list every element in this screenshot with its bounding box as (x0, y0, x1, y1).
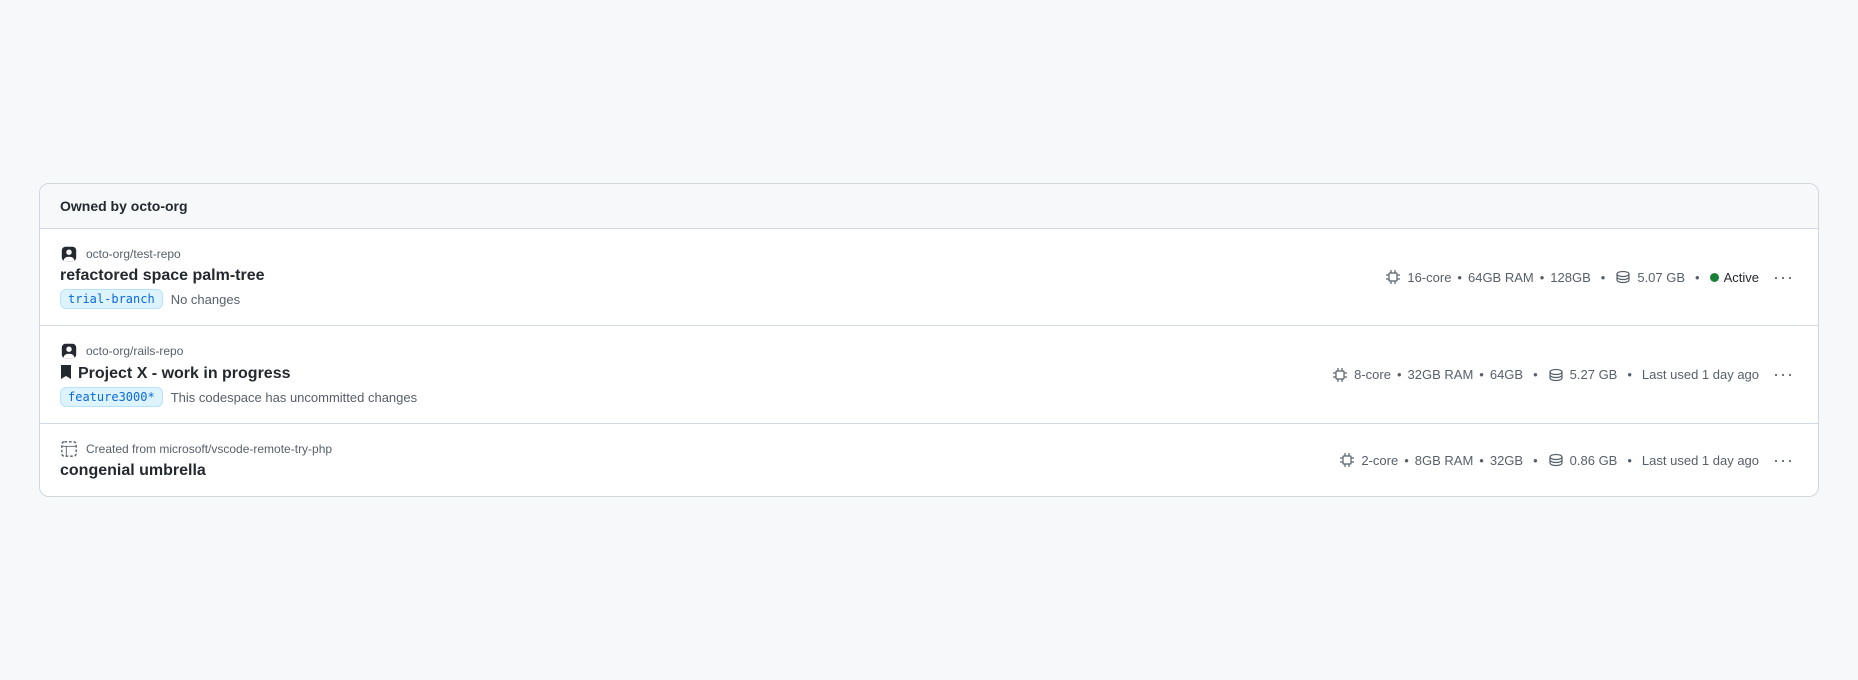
codespace-item: Created from microsoft/vscode-remote-try… (40, 424, 1818, 496)
repo-owner-text: octo-org/rails-repo (86, 344, 183, 358)
dot-separator: • (1457, 270, 1462, 285)
repo-owner-text: octo-org/test-repo (86, 247, 181, 261)
storage-icon (1548, 367, 1564, 383)
specs-group: 16-core • 64GB RAM • 128GB (1385, 269, 1590, 285)
repo-line-0: octo-org/test-repo (60, 245, 265, 263)
cpu-icon (1385, 269, 1401, 285)
repo-icon (60, 245, 78, 263)
dot-separator: • (1695, 270, 1700, 285)
codespace-name: congenial umbrella (60, 462, 206, 480)
ram-spec: 32GB RAM (1408, 367, 1474, 382)
repo-line-2: Created from microsoft/vscode-remote-try… (60, 440, 332, 458)
cpu-spec: 16-core (1407, 270, 1451, 285)
branch-line-0: trial-branch No changes (60, 289, 265, 309)
branch-status-text: This codespace has uncommitted changes (171, 390, 417, 405)
item-right-0: 16-core • 64GB RAM • 128GB • 5.07 GB • A… (1385, 265, 1798, 290)
codespace-item: octo-org/test-repo refactored space palm-… (40, 229, 1818, 326)
item-left-1: octo-org/rails-repo Project X - work in p… (60, 342, 417, 407)
dot-separator: • (1404, 453, 1409, 468)
codespace-name: Project X - work in progress (78, 365, 291, 383)
repo-icon (60, 342, 78, 360)
card-header: Owned by octo-org (40, 184, 1818, 229)
ram-spec: 8GB RAM (1415, 453, 1474, 468)
storage-group: 5.07 GB (1615, 269, 1685, 285)
active-dot (1710, 273, 1719, 282)
name-line-1: Project X - work in progress (60, 364, 417, 383)
branch-line-1: feature3000* This codespace has uncommitt… (60, 387, 417, 407)
bookmark-icon (60, 364, 72, 383)
codespace-item: octo-org/rails-repo Project X - work in p… (40, 326, 1818, 424)
dot-separator: • (1479, 453, 1484, 468)
cpu-spec: 2-core (1361, 453, 1398, 468)
branch-badge: feature3000* (60, 387, 163, 407)
dot-separator: • (1627, 367, 1632, 382)
last-used-text: Last used 1 day ago (1642, 453, 1759, 468)
disk-spec: 128GB (1550, 270, 1590, 285)
repo-line-1: octo-org/rails-repo (60, 342, 417, 360)
repo-owner-text: Created from microsoft/vscode-remote-try… (86, 442, 332, 456)
last-used-text: Last used 1 day ago (1642, 367, 1759, 382)
card-title: Owned by octo-org (60, 198, 188, 214)
dot-separator: • (1397, 367, 1402, 382)
disk-spec: 32GB (1490, 453, 1523, 468)
item-right-1: 8-core • 32GB RAM • 64GB • 5.27 GB • Las… (1332, 362, 1798, 387)
name-line-0: refactored space palm-tree (60, 267, 265, 285)
ram-spec: 64GB RAM (1468, 270, 1534, 285)
cpu-icon (1332, 367, 1348, 383)
specs-group: 2-core • 8GB RAM • 32GB (1339, 452, 1523, 468)
active-badge: Active (1710, 270, 1759, 285)
branch-badge: trial-branch (60, 289, 163, 309)
storage-icon (1615, 269, 1631, 285)
more-menu-button[interactable]: ··· (1769, 362, 1798, 387)
item-right-2: 2-core • 8GB RAM • 32GB • 0.86 GB • Last… (1339, 448, 1798, 473)
cpu-icon (1339, 452, 1355, 468)
active-label: Active (1724, 270, 1759, 285)
codespace-name: refactored space palm-tree (60, 267, 265, 285)
cpu-spec: 8-core (1354, 367, 1391, 382)
item-left-0: octo-org/test-repo refactored space palm-… (60, 245, 265, 309)
dot-separator: • (1533, 367, 1538, 382)
specs-group: 8-core • 32GB RAM • 64GB (1332, 367, 1523, 383)
storage-group: 0.86 GB (1548, 452, 1618, 468)
branch-status-text: No changes (171, 292, 240, 307)
storage-group: 5.27 GB (1548, 367, 1618, 383)
dot-separator: • (1601, 270, 1606, 285)
storage-value: 5.27 GB (1570, 367, 1618, 382)
item-left-2: Created from microsoft/vscode-remote-try… (60, 440, 332, 480)
dot-separator: • (1479, 367, 1484, 382)
dot-separator: • (1627, 453, 1632, 468)
template-icon (60, 440, 78, 458)
codespaces-card: Owned by octo-org octo-org/test-repo refa… (39, 183, 1819, 497)
more-menu-button[interactable]: ··· (1769, 265, 1798, 290)
name-line-2: congenial umbrella (60, 462, 332, 480)
dot-separator: • (1533, 453, 1538, 468)
more-menu-button[interactable]: ··· (1769, 448, 1798, 473)
codespace-list: octo-org/test-repo refactored space palm-… (40, 229, 1818, 496)
storage-icon (1548, 452, 1564, 468)
disk-spec: 64GB (1490, 367, 1523, 382)
storage-value: 0.86 GB (1570, 453, 1618, 468)
dot-separator: • (1540, 270, 1545, 285)
storage-value: 5.07 GB (1637, 270, 1685, 285)
